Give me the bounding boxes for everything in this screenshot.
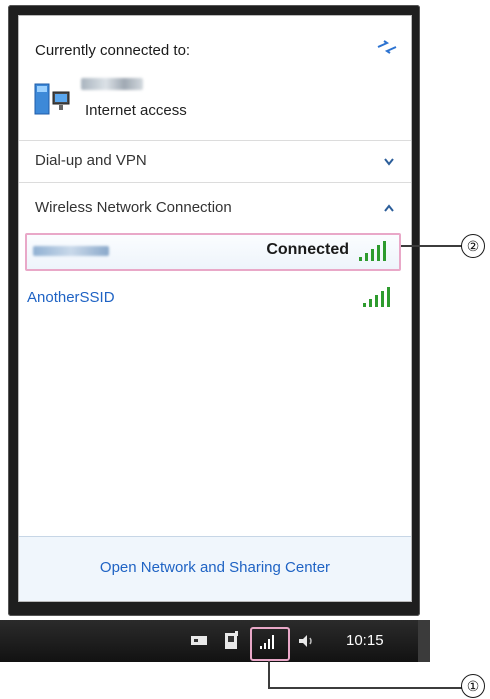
flyout-footer: Open Network and Sharing Center <box>19 536 411 601</box>
refresh-icon[interactable] <box>375 38 399 56</box>
section-dialup-vpn[interactable]: Dial-up and VPN <box>35 152 147 169</box>
network-icon <box>34 83 70 115</box>
section-wireless[interactable]: Wireless Network Connection <box>35 199 232 216</box>
divider <box>19 140 411 141</box>
action-center-icon[interactable] <box>188 630 210 652</box>
taskbar: 10:15 <box>0 620 430 662</box>
network-ssid: AnotherSSID <box>27 289 115 306</box>
connected-ssid-blurred <box>33 246 109 256</box>
tray-signal-highlight <box>250 627 290 661</box>
clock-time[interactable]: 10:15 <box>346 632 384 649</box>
signal-strength-icon <box>359 241 386 261</box>
volume-icon[interactable] <box>295 630 317 652</box>
signal-strength-icon <box>363 287 390 307</box>
open-network-sharing-center-link[interactable]: Open Network and Sharing Center <box>19 559 411 576</box>
callout-1-line-horizontal <box>268 687 462 689</box>
network-row-anotherssid[interactable]: AnotherSSID <box>25 284 401 314</box>
connected-status: Connected <box>266 241 349 258</box>
callout-2: ② <box>461 234 485 258</box>
network-row-connected[interactable]: Connected <box>25 233 401 271</box>
chevron-up-icon[interactable] <box>383 204 395 214</box>
power-icon[interactable] <box>220 630 242 652</box>
chevron-down-icon[interactable] <box>383 157 395 167</box>
callout-1-line-vertical <box>268 661 270 689</box>
internet-access-status: Internet access <box>85 102 187 119</box>
show-desktop-button[interactable] <box>418 620 430 662</box>
callout-1: ① <box>461 674 485 698</box>
callout-2-line <box>401 245 463 247</box>
divider <box>19 182 411 183</box>
currently-connected-title: Currently connected to: <box>35 42 191 59</box>
connected-network-name-blurred <box>81 78 143 90</box>
network-flyout-panel: Currently connected to: Internet access … <box>18 15 412 602</box>
